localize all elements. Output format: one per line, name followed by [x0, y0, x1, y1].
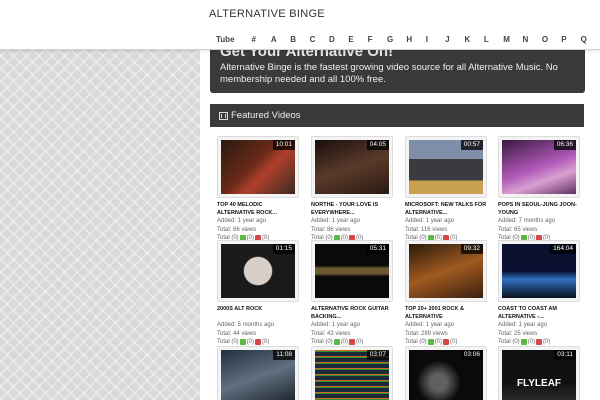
- video-card[interactable]: 06:36 POPS IN SEOUL-JUNG JOON-YOUNG Added:…: [498, 136, 580, 243]
- thumbs-down-icon[interactable]: [255, 339, 262, 346]
- view-count: Total: 289 views: [405, 330, 448, 337]
- added-date: Added: 1 year ago: [405, 218, 455, 224]
- video-thumbnail[interactable]: 11:08: [217, 346, 299, 400]
- view-count: Total: 86 views: [217, 226, 257, 233]
- duration-badge: 03:07: [366, 350, 389, 360]
- video-card[interactable]: 10:01 TOP 40 MELODIC ALTERNATIVE ROCK... A…: [217, 136, 299, 243]
- duration-badge: 05:31: [366, 244, 389, 254]
- duration-badge: 10:01: [272, 140, 295, 150]
- video-card[interactable]: 164:04 COAST TO COAST AM ALTERNATIVE -...…: [498, 240, 580, 347]
- letter-link[interactable]: G: [387, 35, 406, 44]
- letter-link[interactable]: H: [406, 35, 425, 44]
- featured-videos-title: Featured Videos: [231, 110, 301, 121]
- thumbnail-text: FLYLEAF: [516, 378, 562, 389]
- video-thumbnail[interactable]: 00:57: [405, 136, 487, 198]
- view-count: Total: 65 views: [498, 226, 538, 233]
- video-card[interactable]: 01:15 2000S ALT ROCK Added: 5 months ago To…: [217, 240, 299, 347]
- thumbs-up-icon[interactable]: [520, 339, 527, 346]
- duration-badge: 03:06: [460, 350, 483, 360]
- video-title[interactable]: MICROSOFT: NEW TALKS FOR ALTERNATIVE...: [405, 201, 487, 217]
- view-count: Total: 43 views: [311, 330, 351, 337]
- letter-link[interactable]: N: [523, 35, 542, 44]
- video-thumbnail[interactable]: 05:31: [311, 240, 393, 302]
- letter-link[interactable]: F: [368, 35, 387, 44]
- video-thumbnail[interactable]: 01:15: [217, 240, 299, 302]
- video-title[interactable]: ALTERNATIVE ROCK GUITAR BACKING...: [311, 305, 393, 321]
- added-date: Added: 7 months ago: [498, 218, 556, 224]
- video-card[interactable]: 11:08: [217, 346, 299, 400]
- video-thumbnail[interactable]: 03:06: [405, 346, 487, 400]
- duration-badge: 11:08: [273, 350, 295, 360]
- letter-link[interactable]: L: [484, 35, 503, 44]
- duration-badge: 09:32: [460, 244, 483, 254]
- tube-link[interactable]: Tube: [216, 35, 235, 44]
- letter-link[interactable]: O: [542, 35, 561, 44]
- letter-link[interactable]: M: [503, 35, 522, 44]
- letter-link[interactable]: I: [426, 35, 445, 44]
- video-card[interactable]: 00:57 MICROSOFT: NEW TALKS FOR ALTERNATIV…: [405, 136, 487, 243]
- hero-description: Alternative Binge is the fastest growing…: [220, 62, 558, 85]
- letter-link[interactable]: P: [561, 35, 580, 44]
- thumbs-down-icon[interactable]: [443, 339, 450, 346]
- added-date: Added: 1 year ago: [217, 218, 267, 224]
- thumbs-up-icon[interactable]: [333, 339, 340, 346]
- letter-link[interactable]: B: [290, 35, 309, 44]
- added-date: Added: 1 year ago: [311, 218, 361, 224]
- letter-link[interactable]: D: [329, 35, 348, 44]
- letter-link[interactable]: E: [348, 35, 367, 44]
- video-thumbnail[interactable]: 10:01: [217, 136, 299, 198]
- view-count: Total: 25 views: [498, 330, 538, 337]
- video-card[interactable]: 09:32 TOP 20+ 2001 ROCK & ALTERNATIVE Adde…: [405, 240, 487, 347]
- video-card[interactable]: 03:06: [405, 346, 487, 400]
- thumbs-down-icon[interactable]: [349, 339, 356, 346]
- letter-link[interactable]: K: [464, 35, 483, 44]
- featured-videos-header: Featured Videos: [210, 104, 584, 127]
- duration-badge: 00:57: [460, 140, 483, 150]
- video-thumbnail[interactable]: 06:36: [498, 136, 580, 198]
- added-date: Added: 1 year ago: [498, 322, 548, 328]
- video-title[interactable]: 2000S ALT ROCK: [217, 305, 299, 321]
- site-logo[interactable]: ALTERNATIVE BINGE: [209, 8, 325, 20]
- video-card[interactable]: 04:05 NORTHE - YOUR LOVE IS EVERYWHERE...…: [311, 136, 393, 243]
- video-title[interactable]: COAST TO COAST AM ALTERNATIVE -...: [498, 305, 580, 321]
- video-card[interactable]: 05:31 ALTERNATIVE ROCK GUITAR BACKING... A…: [311, 240, 393, 347]
- video-card[interactable]: 03:07: [311, 346, 393, 400]
- video-title[interactable]: TOP 40 MELODIC ALTERNATIVE ROCK...: [217, 201, 299, 217]
- video-thumbnail[interactable]: 03:07: [311, 346, 393, 400]
- duration-badge: 04:05: [366, 140, 389, 150]
- duration-badge: 01:15: [272, 244, 295, 254]
- letter-link[interactable]: Q: [581, 35, 600, 44]
- video-title[interactable]: TOP 20+ 2001 ROCK & ALTERNATIVE: [405, 305, 487, 321]
- video-thumbnail[interactable]: FLYLEAF 03:11: [498, 346, 580, 400]
- thumbs-down-icon[interactable]: [536, 339, 543, 346]
- video-title[interactable]: NORTHE - YOUR LOVE IS EVERYWHERE...: [311, 201, 393, 217]
- view-count: Total: 44 views: [217, 330, 257, 337]
- letter-link[interactable]: #: [252, 35, 271, 44]
- added-date: Added: 1 year ago: [405, 322, 455, 328]
- letter-link[interactable]: J: [445, 35, 464, 44]
- letter-link[interactable]: A: [271, 35, 290, 44]
- letter-link[interactable]: C: [310, 35, 329, 44]
- film-icon: [219, 111, 228, 120]
- thumbs-up-icon[interactable]: [427, 339, 434, 346]
- video-thumbnail[interactable]: 164:04: [498, 240, 580, 302]
- added-date: Added: 5 months ago: [217, 322, 275, 328]
- video-card[interactable]: FLYLEAF 03:11: [498, 346, 580, 400]
- duration-badge: 03:11: [554, 350, 576, 360]
- view-count: Total: 116 views: [405, 226, 448, 233]
- duration-badge: 06:36: [553, 140, 576, 150]
- top-navigation-bar: ALTERNATIVE BINGE Tube # A B C D E F G H…: [0, 0, 600, 50]
- view-count: Total: 86 views: [311, 226, 351, 233]
- added-date: Added: 1 year ago: [311, 322, 361, 328]
- video-thumbnail[interactable]: 04:05: [311, 136, 393, 198]
- video-thumbnail[interactable]: 09:32: [405, 240, 487, 302]
- video-title[interactable]: POPS IN SEOUL-JUNG JOON-YOUNG: [498, 201, 580, 217]
- alphabet-nav: Tube # A B C D E F G H I J K L M N O P Q: [216, 33, 600, 45]
- duration-badge: 164:04: [550, 244, 576, 254]
- thumbs-up-icon[interactable]: [239, 339, 246, 346]
